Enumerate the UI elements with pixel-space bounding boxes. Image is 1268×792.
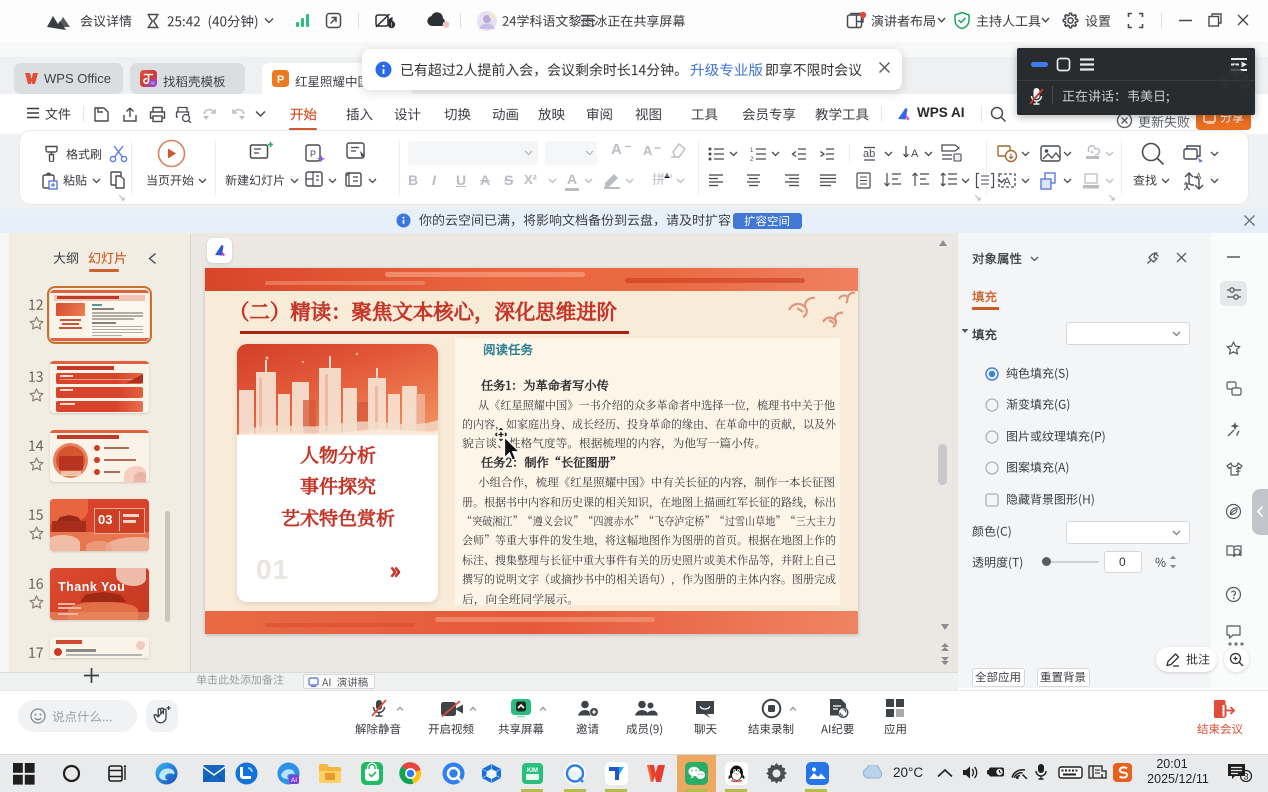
svg-text:3: 3 xyxy=(1243,772,1248,782)
svg-text:P: P xyxy=(310,149,316,159)
svg-text:AI: AI xyxy=(291,777,297,784)
svg-text:P: P xyxy=(277,74,284,86)
svg-text:AI: AI xyxy=(150,80,154,85)
svg-text:A: A xyxy=(911,148,919,160)
svg-text:ab: ab xyxy=(863,148,875,160)
svg-text:A: A xyxy=(1003,176,1011,188)
svg-text:2: 2 xyxy=(750,157,754,161)
svg-text:A: A xyxy=(1196,172,1202,181)
svg-text:!: ! xyxy=(391,22,393,29)
svg-text:KIM: KIM xyxy=(527,768,538,774)
svg-text:1: 1 xyxy=(750,148,754,154)
